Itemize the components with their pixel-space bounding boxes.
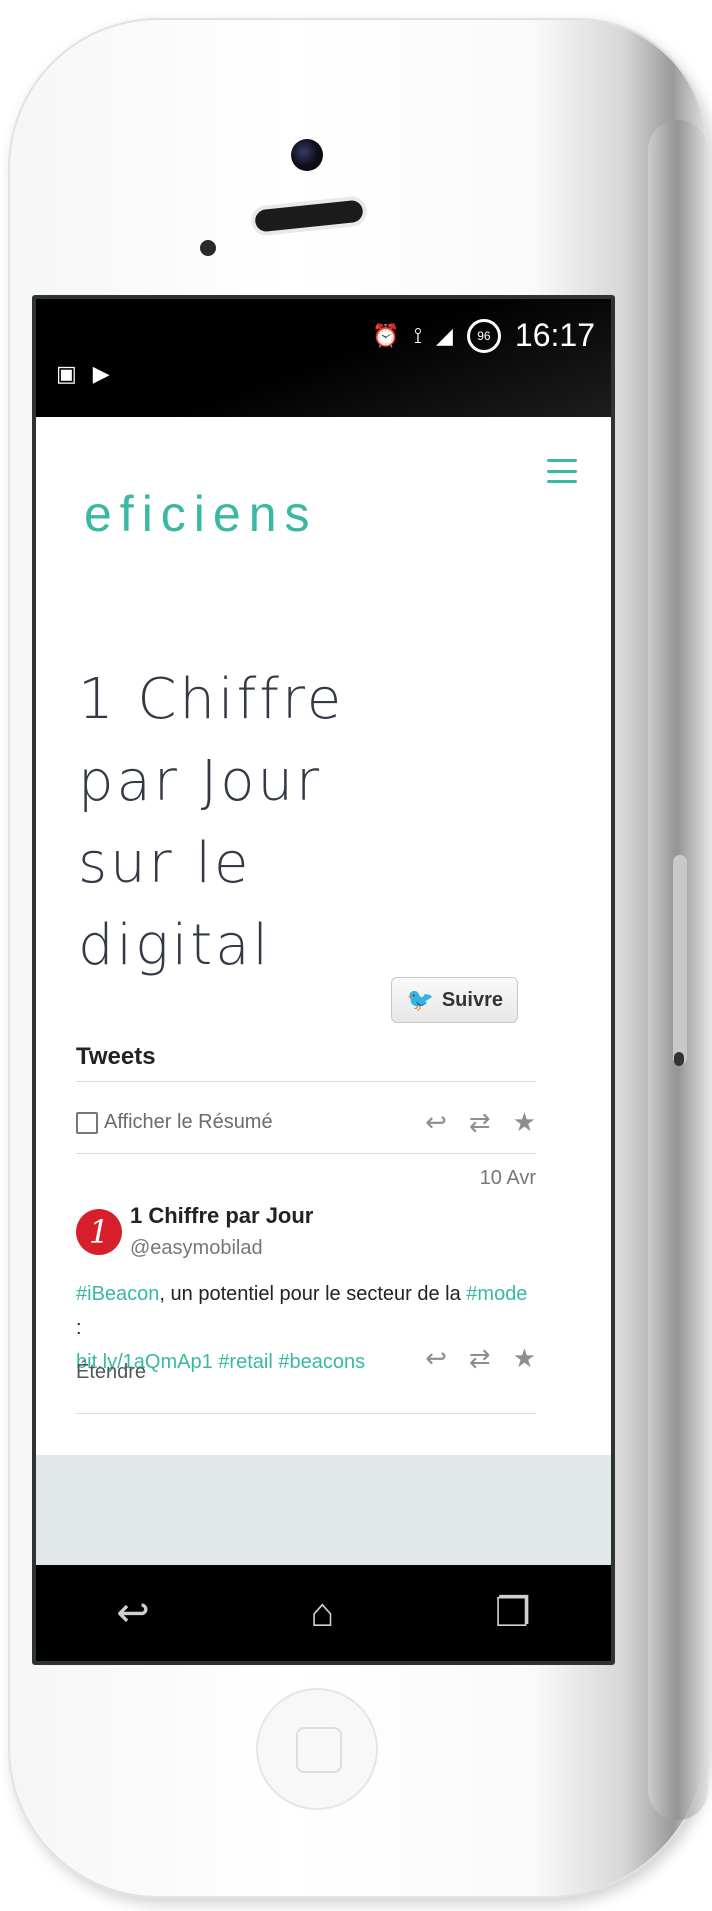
favorite-star-icon[interactable]: ★ <box>513 1343 536 1374</box>
summary-link[interactable]: Afficher le Résumé <box>76 1111 273 1134</box>
home-icon[interactable]: ⌂ <box>310 1591 334 1636</box>
avatar[interactable]: 1 <box>76 1209 122 1255</box>
page-content: 1 Chiffre par Jour sur le digital 🐦 Suiv… <box>36 567 611 1455</box>
expand-link[interactable]: Étendre <box>76 1361 146 1384</box>
follow-label: Suivre <box>441 988 503 1011</box>
phone-screen: ▣ ▶ ⏰ ⟟ ◢ 96 16:17 eficiens 1 Chiffre pa… <box>32 295 615 1665</box>
status-left-icons: ▣ ▶ <box>56 361 110 387</box>
divider <box>76 1153 536 1154</box>
site-header: eficiens <box>36 417 611 569</box>
tweet-text-body: , un potentiel pour le secteur de la <box>159 1283 467 1305</box>
tweet-item: 10 Avr 1 1 Chiffre par Jour @easymobilad… <box>76 1167 536 1407</box>
follow-button[interactable]: 🐦 Suivre <box>391 977 518 1023</box>
retweet-icon[interactable]: ⇄ <box>469 1343 491 1374</box>
recent-apps-icon[interactable]: ❐ <box>495 1590 531 1636</box>
summary-actions: ↩ ⇄ ★ <box>425 1107 536 1138</box>
divider <box>76 1413 536 1414</box>
mobile-layout: ▣ ▶ ⏰ ⟟ ◢ 96 16:17 eficiens 1 Chiffre pa… <box>36 299 611 1661</box>
clock: 16:17 <box>514 317 595 353</box>
reply-icon[interactable]: ↩ <box>425 1343 447 1374</box>
image-icon: ▣ <box>56 361 77 386</box>
hamburger-menu-icon[interactable] <box>547 459 577 483</box>
hashtag-beacons[interactable]: #beacons <box>278 1351 365 1373</box>
side-dot <box>674 1052 684 1066</box>
side-button <box>673 855 687 1065</box>
signal-icon: ◢ <box>436 322 453 348</box>
hashtag-retail[interactable]: #retail <box>218 1351 272 1373</box>
tweet-actions: ↩ ⇄ ★ <box>425 1343 536 1374</box>
hashtag-mode[interactable]: #mode <box>466 1283 527 1305</box>
status-right-icons: ⏰ ⟟ ◢ 96 16:17 <box>372 317 595 354</box>
tweet-handle[interactable]: @easymobilad <box>130 1237 263 1260</box>
retweet-icon[interactable]: ⇄ <box>469 1107 491 1138</box>
front-camera <box>291 139 323 171</box>
hashtag-ibeacon[interactable]: #iBeacon <box>76 1283 159 1305</box>
wifi-icon: ⟟ <box>413 322 422 348</box>
home-button-square <box>296 1727 342 1773</box>
tweet-date[interactable]: 10 Avr <box>480 1167 536 1190</box>
page-title: 1 Chiffre par Jour sur le digital <box>78 667 345 978</box>
summary-label: Afficher le Résumé <box>104 1111 273 1133</box>
tweet-colon: : <box>76 1317 82 1339</box>
tweet-author[interactable]: 1 Chiffre par Jour <box>130 1203 313 1229</box>
back-icon[interactable]: ↩ <box>116 1590 150 1636</box>
summary-row: Afficher le Résumé ↩ ⇄ ★ <box>76 1097 536 1153</box>
favorite-star-icon[interactable]: ★ <box>513 1107 536 1138</box>
shopping-bag-icon: ▶ <box>92 361 110 386</box>
android-nav-bar: ↩ ⌂ ❐ <box>36 1565 611 1661</box>
divider <box>76 1081 536 1082</box>
summary-icon <box>76 1111 98 1134</box>
battery-icon: 96 <box>466 318 501 353</box>
reply-icon[interactable]: ↩ <box>425 1107 447 1138</box>
site-logo[interactable]: eficiens <box>84 485 318 543</box>
twitter-bird-icon: 🐦 <box>406 987 434 1012</box>
status-bar: ▣ ▶ ⏰ ⟟ ◢ 96 16:17 <box>36 299 611 417</box>
alarm-icon: ⏰ <box>372 322 400 348</box>
sensor <box>200 240 216 256</box>
widget-title: Tweets <box>76 1043 156 1070</box>
footer-band <box>36 1455 611 1565</box>
